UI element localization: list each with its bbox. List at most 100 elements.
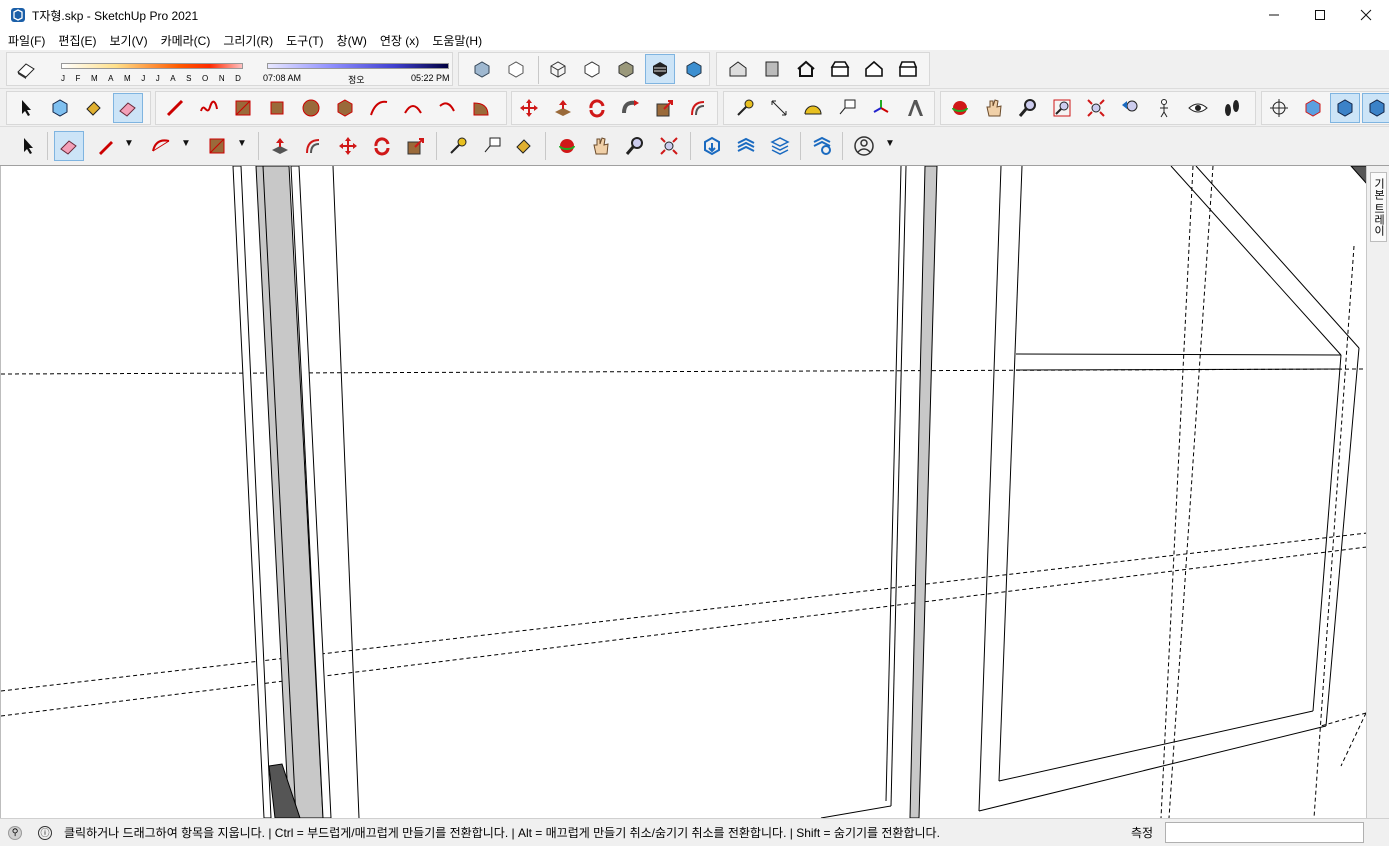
warehouse-icon[interactable] (697, 131, 727, 161)
protractor-icon[interactable] (798, 93, 828, 123)
position-camera-icon[interactable] (1149, 93, 1179, 123)
previous-view-icon[interactable] (1115, 93, 1145, 123)
top-view-icon[interactable] (757, 54, 787, 84)
menu-help[interactable]: 도움말(H) (426, 32, 489, 49)
display-section-planes-icon[interactable] (1298, 93, 1328, 123)
orbit-icon-2[interactable] (552, 131, 582, 161)
zoom-extents-icon-2[interactable] (654, 131, 684, 161)
eraser-icon[interactable] (113, 93, 143, 123)
maximize-icon[interactable] (1297, 0, 1343, 30)
three-point-arc-icon[interactable] (432, 93, 462, 123)
pan-icon[interactable] (979, 93, 1009, 123)
profile-dropdown-icon[interactable]: ▼ (885, 138, 895, 149)
wireframe-icon[interactable] (543, 54, 573, 84)
zoom-icon[interactable] (1013, 93, 1043, 123)
shadow-toggle-icon[interactable] (11, 54, 41, 84)
text-icon-2[interactable] (477, 131, 507, 161)
shape-dropdown-icon[interactable]: ▼ (237, 138, 247, 149)
minimize-icon[interactable] (1251, 0, 1297, 30)
display-section-cuts-icon[interactable] (1330, 93, 1360, 123)
menu-draw[interactable]: 그리기(R) (217, 32, 280, 49)
scale-icon-2[interactable] (401, 131, 431, 161)
shaded-textures-icon[interactable] (645, 54, 675, 84)
arc-icon[interactable] (364, 93, 394, 123)
back-view-icon[interactable] (859, 54, 889, 84)
freehand-icon[interactable] (194, 93, 224, 123)
move-icon-2[interactable] (333, 131, 363, 161)
paint-bucket-icon-2[interactable] (509, 131, 539, 161)
profile-icon[interactable] (849, 131, 879, 161)
pencil-icon[interactable] (91, 131, 121, 161)
rotate-icon-2[interactable] (367, 131, 397, 161)
axes-icon[interactable] (866, 93, 896, 123)
eraser-icon-2[interactable] (54, 131, 84, 161)
date-slider[interactable] (61, 63, 243, 69)
menu-window[interactable]: 창(W) (331, 32, 374, 49)
shadows-toolbar: JFMAMJJASOND 07:08 AM 정오 05:22 PM (6, 52, 453, 86)
menu-camera[interactable]: 카메라(C) (155, 32, 218, 49)
time-slider[interactable] (267, 63, 449, 69)
xray-icon[interactable] (467, 54, 497, 84)
pie-icon[interactable] (466, 93, 496, 123)
polygon-icon[interactable] (330, 93, 360, 123)
menu-edit[interactable]: 편집(E) (52, 32, 103, 49)
monochrome-icon[interactable] (679, 54, 709, 84)
follow-me-icon[interactable] (616, 93, 646, 123)
menu-extensions[interactable]: 연장 (x) (374, 32, 426, 49)
zoom-window-icon[interactable] (1047, 93, 1077, 123)
select-arrow-icon-2[interactable] (13, 131, 43, 161)
layers-icon[interactable] (731, 131, 761, 161)
display-section-fill-icon[interactable] (1362, 93, 1389, 123)
circle-icon[interactable] (296, 93, 326, 123)
left-view-icon[interactable] (893, 54, 923, 84)
measurements-input[interactable] (1165, 822, 1364, 843)
right-view-icon[interactable] (825, 54, 855, 84)
zoom-icon-2[interactable] (620, 131, 650, 161)
rotate-icon[interactable] (582, 93, 612, 123)
select-arrow-icon[interactable] (11, 93, 41, 123)
hidden-line-icon[interactable] (577, 54, 607, 84)
line-tool-icon[interactable] (160, 93, 190, 123)
instructor-info-icon[interactable]: ⓘ (38, 825, 52, 840)
tape-measure-icon[interactable] (730, 93, 760, 123)
push-pull-icon[interactable] (548, 93, 578, 123)
extension-manager-icon[interactable] (807, 131, 837, 161)
offset-icon-2[interactable] (299, 131, 329, 161)
text-icon[interactable] (832, 93, 862, 123)
front-view-icon[interactable] (791, 54, 821, 84)
close-icon[interactable] (1343, 0, 1389, 30)
look-around-icon[interactable] (1183, 93, 1213, 123)
rectangle-icon[interactable] (228, 93, 258, 123)
default-tray-label[interactable]: 기본 트레이 (1370, 172, 1387, 242)
tape-measure-icon-2[interactable] (443, 131, 473, 161)
two-point-arc-icon[interactable] (398, 93, 428, 123)
line-dropdown-icon[interactable]: ▼ (124, 138, 134, 149)
pan-icon-2[interactable] (586, 131, 616, 161)
section-plane-icon[interactable] (1264, 93, 1294, 123)
paint-bucket-icon[interactable] (79, 93, 109, 123)
construction-toolbar (723, 91, 935, 125)
menu-file[interactable]: 파일(F) (2, 32, 52, 49)
scale-icon[interactable] (650, 93, 680, 123)
iso-view-icon[interactable] (723, 54, 753, 84)
menu-view[interactable]: 보기(V) (103, 32, 154, 49)
arc-tool-icon[interactable] (146, 131, 176, 161)
arc-dropdown-icon[interactable]: ▼ (181, 138, 191, 149)
back-edges-icon[interactable] (501, 54, 531, 84)
zoom-extents-icon[interactable] (1081, 93, 1111, 123)
model-viewport[interactable] (0, 166, 1366, 818)
shaded-icon[interactable] (611, 54, 641, 84)
geo-location-icon[interactable]: ⚲ (8, 825, 22, 840)
push-pull-icon-2[interactable] (265, 131, 295, 161)
move-icon[interactable] (514, 93, 544, 123)
dimension-icon[interactable] (764, 93, 794, 123)
orbit-icon[interactable] (945, 93, 975, 123)
make-component-icon[interactable] (45, 93, 75, 123)
shape-tool-icon[interactable] (202, 131, 232, 161)
rotated-rectangle-icon[interactable] (262, 93, 292, 123)
3d-text-icon[interactable] (900, 93, 930, 123)
walk-icon[interactable] (1217, 93, 1247, 123)
menu-tools[interactable]: 도구(T) (280, 32, 330, 49)
offset-icon[interactable] (684, 93, 714, 123)
extension-warehouse-icon[interactable] (765, 131, 795, 161)
